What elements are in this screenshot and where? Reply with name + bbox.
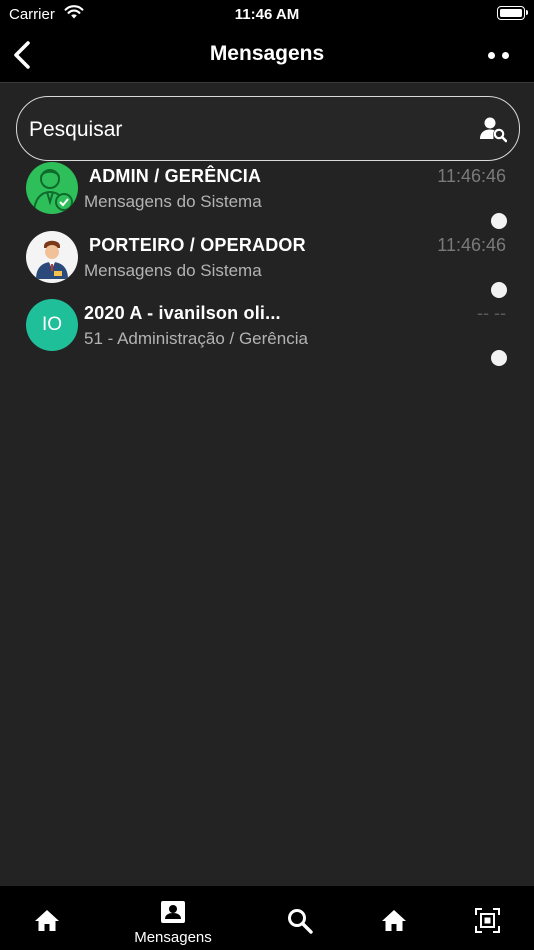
tab-label: Mensagens — [134, 929, 212, 946]
conversation-subtitle: 51 - Administração / Gerência — [84, 329, 308, 348]
conversation-name: PORTEIRO / OPERADOR — [89, 235, 306, 255]
clock: 11:46 AM — [234, 6, 300, 23]
initials-avatar: IO — [26, 299, 78, 351]
navigation-bar: Mensagens — [0, 30, 534, 83]
battery-icon — [497, 6, 528, 20]
conversation-row-admin[interactable]: ADMIN / GERÊNCIA Mensagens do Sistema 11… — [0, 160, 534, 229]
conversation-subtitle: Mensagens do Sistema — [84, 192, 262, 211]
contact-card-icon — [161, 901, 185, 923]
search-user-icon[interactable] — [479, 115, 507, 143]
search-icon — [288, 909, 313, 934]
tab-bar: Mensagens — [0, 886, 534, 950]
unread-dot — [491, 213, 507, 229]
conversation-name: 2020 A - ivanilson oli... — [84, 303, 281, 323]
conversation-subtitle: Mensagens do Sistema — [84, 261, 262, 280]
conversation-time: -- -- — [477, 303, 506, 323]
unread-dot — [491, 282, 507, 298]
conversation-row-porter[interactable]: PORTEIRO / OPERADOR Mensagens do Sistema… — [0, 229, 534, 298]
qr-scan-icon — [475, 908, 500, 933]
search-bar — [16, 96, 520, 161]
conversation-name: ADMIN / GERÊNCIA — [89, 166, 262, 186]
page-title: Mensagens — [209, 42, 325, 65]
home-icon — [35, 910, 59, 931]
search-input[interactable] — [27, 109, 471, 151]
porter-avatar — [26, 231, 78, 283]
admin-avatar — [26, 162, 78, 214]
conversation-row-ivanilson[interactable]: IO 2020 A - ivanilson oli... 51 - Admini… — [0, 297, 534, 366]
more-options-icon[interactable] — [488, 52, 512, 60]
home-icon — [382, 910, 406, 931]
status-bar: Carrier 11:46 AM — [0, 0, 534, 30]
unread-dot — [491, 350, 507, 366]
conversation-time: 11:46:46 — [437, 235, 506, 255]
conversation-time: 11:46:46 — [437, 166, 506, 186]
